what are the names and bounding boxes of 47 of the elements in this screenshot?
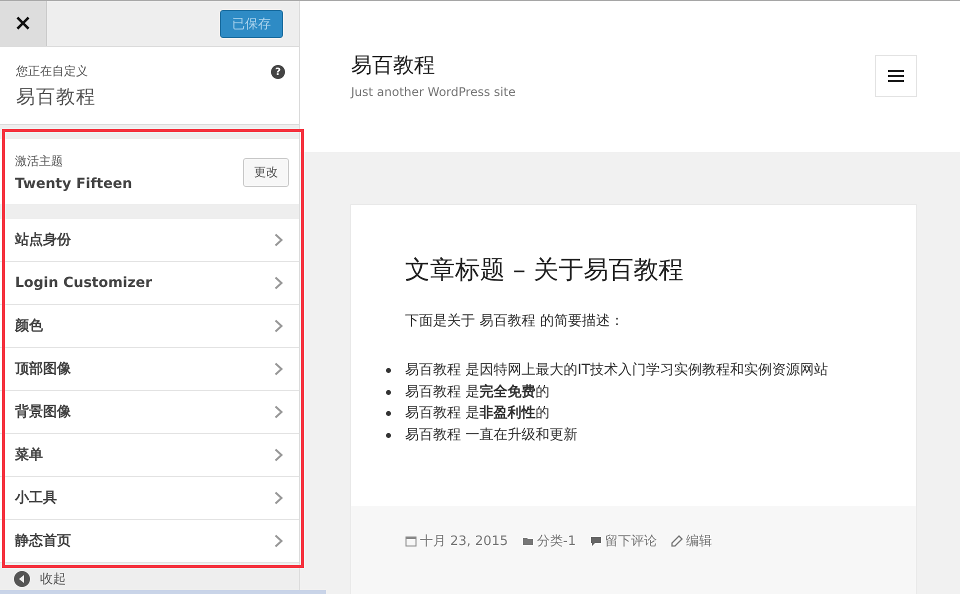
calendar-icon xyxy=(405,535,417,547)
bullet-dot xyxy=(386,432,391,438)
site-name: 易百教程 xyxy=(16,85,96,110)
customizing-caption: 您正在自定义 xyxy=(16,63,89,80)
chevron-icon xyxy=(274,319,283,333)
section-item[interactable]: 菜单 xyxy=(0,434,299,477)
section-item[interactable]: 颜色 xyxy=(0,305,299,348)
collapse-icon xyxy=(14,571,30,587)
theme-name: Twenty Fifteen xyxy=(15,176,132,192)
post-meta[interactable]: 分类-1 xyxy=(537,532,576,550)
list-item: 易百教程 一直在升级和更新 xyxy=(405,426,578,444)
change-button[interactable]: 更改 xyxy=(243,158,289,187)
chevron-icon xyxy=(274,534,283,548)
list-item: 易百教程 是非盈利性的 xyxy=(405,404,550,423)
site-title[interactable]: 易百教程 xyxy=(351,51,516,79)
theme-caption: 激活主题 xyxy=(15,153,64,170)
chevron-icon xyxy=(274,362,283,376)
post-meta[interactable]: 十月 23, 2015 xyxy=(420,532,508,550)
collapse-button[interactable]: 收起 xyxy=(14,570,66,588)
menu-button[interactable] xyxy=(875,55,917,97)
close-button[interactable]: × xyxy=(0,1,47,46)
chevron-icon xyxy=(274,276,283,290)
site-tagline: Just another WordPress site xyxy=(351,85,516,99)
menu-icon xyxy=(888,70,904,82)
bullet-dot xyxy=(386,368,391,374)
section-item[interactable]: Login Customizer xyxy=(0,262,299,305)
speech-bubble-icon xyxy=(590,535,602,547)
pencil-icon xyxy=(671,535,683,547)
chevron-icon xyxy=(274,405,283,419)
bullet-dot xyxy=(386,390,391,395)
chevron-icon xyxy=(274,448,283,462)
section-item[interactable]: 顶部图像 xyxy=(0,348,299,391)
post-intro: 下面是关于 易百教程 的简要描述： xyxy=(405,312,625,330)
section-item[interactable]: 静态首页 xyxy=(0,520,299,563)
section-item[interactable]: 背景图像 xyxy=(0,391,299,434)
list-item: 易百教程 是完全免费的 xyxy=(405,382,550,402)
chevron-icon xyxy=(274,491,283,505)
post-meta[interactable]: 编辑 xyxy=(686,532,712,550)
help-icon[interactable]: ? xyxy=(271,65,285,79)
chevron-icon xyxy=(274,233,283,247)
section-item[interactable]: 站点身份 xyxy=(0,219,299,262)
list-item: 易百教程 是因特网上最大的IT技术入门学习实例教程和实例资源网站 xyxy=(405,361,828,380)
folder-icon xyxy=(522,535,534,547)
bullet-dot xyxy=(386,411,391,416)
post-meta[interactable]: 留下评论 xyxy=(605,532,657,550)
section-item[interactable]: 小工具 xyxy=(0,477,299,520)
post-title: 文章标题 – 关于易百教程 xyxy=(405,254,684,286)
